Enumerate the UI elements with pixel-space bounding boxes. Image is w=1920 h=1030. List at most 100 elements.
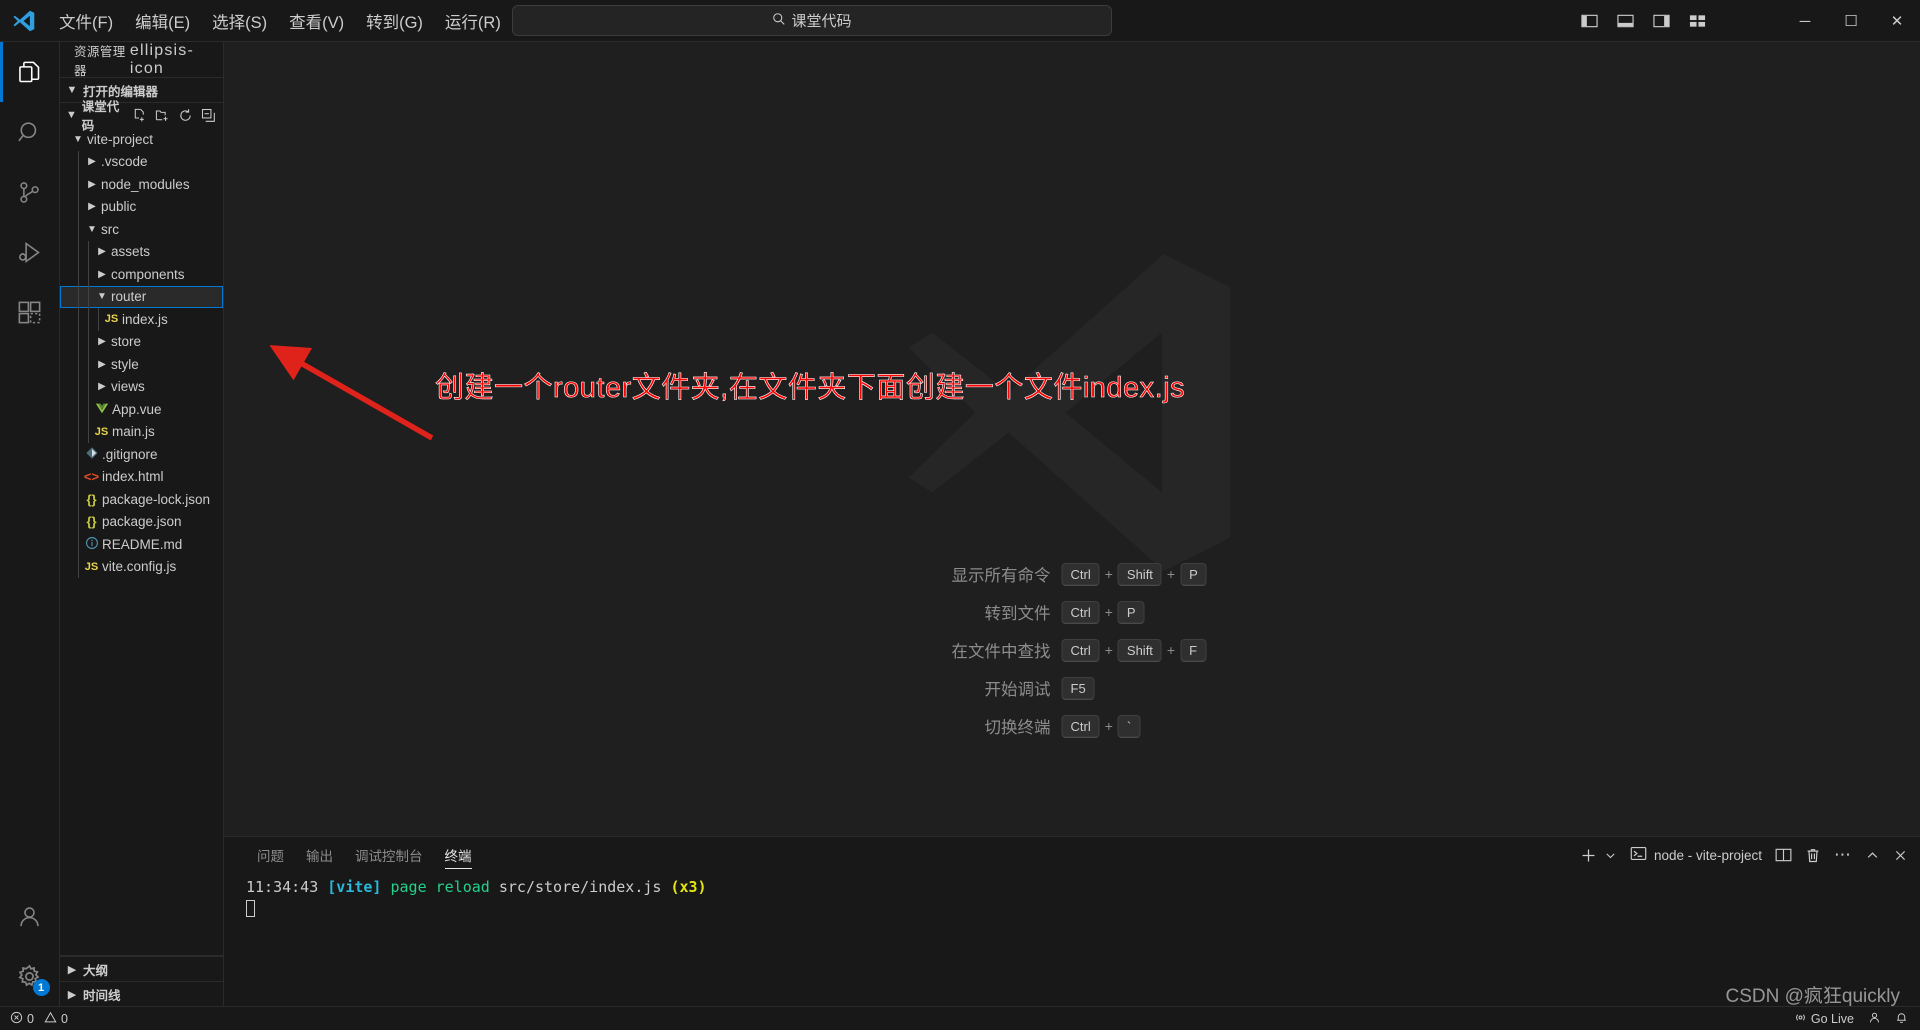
ellipsis-icon[interactable]: ⋯ — [1834, 845, 1852, 865]
json-file-icon: {} — [86, 514, 97, 530]
file-tree[interactable]: ▼ vite-project ▶ .vscode ▶ node_modules … — [60, 127, 223, 955]
refresh-icon[interactable] — [177, 107, 194, 124]
chevron-right-icon: ▶ — [98, 336, 106, 348]
key: P — [1117, 600, 1145, 624]
menu-run[interactable]: 运行(R) — [434, 5, 512, 37]
shortcut-keys: Ctrl + Shift + F — [1061, 638, 1242, 662]
tree-row-node-modules[interactable]: ▶ node_modules — [60, 173, 223, 196]
menu-view[interactable]: 查看(V) — [278, 5, 355, 37]
status-account[interactable] — [1868, 1011, 1881, 1027]
shortcut-keys: Ctrl + ` — [1061, 714, 1242, 738]
tree-row-main-js[interactable]: JS main.js — [60, 420, 223, 443]
workbench-body: 1 资源管理器 ellipsis-icon ▼ 打开的编辑器 ▼ 课堂代码 ▼ … — [0, 42, 1920, 1006]
activity-item-search[interactable] — [0, 102, 60, 162]
tree-row-public[interactable]: ▶ public — [60, 195, 223, 218]
menu-file[interactable]: 文件(F) — [48, 5, 124, 37]
split-editor-icon[interactable] — [1775, 847, 1792, 863]
chevron-right-icon: ▶ — [88, 178, 96, 190]
layout-panel-icon[interactable] — [1612, 8, 1638, 34]
tree-row-components[interactable]: ▶ components — [60, 263, 223, 286]
warning-icon — [44, 1011, 57, 1027]
tree-row-package-lock-json[interactable]: {} package-lock.json — [60, 488, 223, 511]
activity-item-extensions[interactable] — [0, 282, 60, 342]
terminal-timestamp: 11:34:43 — [246, 878, 319, 896]
tree-row-index-js[interactable]: JS index.js — [60, 308, 223, 331]
menu-selection[interactable]: 选择(S) — [201, 5, 278, 37]
tree-label: vite.config.js — [102, 559, 177, 575]
layout-grid-icon[interactable] — [1684, 8, 1710, 34]
activity-item-accounts[interactable] — [0, 886, 60, 946]
shortcut-label: 开始调试 — [984, 681, 1051, 699]
maximize-button[interactable]: ☐ — [1828, 0, 1874, 42]
tree-label: package.json — [102, 514, 182, 530]
close-button[interactable]: ✕ — [1874, 0, 1920, 42]
search-icon — [772, 12, 786, 30]
git-file-icon — [82, 446, 101, 463]
shortcut-row: 在文件中查找 Ctrl + Shift + F — [903, 638, 1242, 662]
terminal-icon — [1630, 845, 1647, 865]
tab-debug-console[interactable]: 调试控制台 — [344, 837, 434, 873]
js-file-icon: JS — [104, 313, 119, 326]
tree-row-views[interactable]: ▶ views — [60, 375, 223, 398]
search-value: 课堂代码 — [791, 13, 852, 30]
ellipsis-icon[interactable]: ellipsis-icon — [130, 42, 215, 78]
section-workspace[interactable]: ▼ 课堂代码 — [60, 100, 223, 133]
json-file-icon: {} — [86, 491, 97, 507]
tree-row-assets[interactable]: ▶ assets — [60, 240, 223, 263]
tree-row-router[interactable]: ▼ router — [60, 285, 223, 308]
command-center[interactable]: 课堂代码 — [512, 5, 1112, 36]
plus-icon[interactable] — [1580, 847, 1597, 864]
tree-row-vscode[interactable]: ▶ .vscode — [60, 150, 223, 173]
section-outline[interactable]: ▶ 大纲 — [60, 956, 223, 981]
tab-problems[interactable]: 问题 — [246, 837, 295, 873]
key-separator: + — [1166, 642, 1176, 658]
error-count: 0 — [27, 1011, 34, 1026]
tree-row-app-vue[interactable]: App.vue — [60, 398, 223, 421]
tree-row-package-json[interactable]: {} package.json — [60, 510, 223, 533]
window-controls: ─ ☐ ✕ — [1782, 0, 1920, 42]
close-icon[interactable] — [1893, 848, 1908, 863]
status-problems[interactable]: 0 0 — [10, 1011, 68, 1027]
layout-sidebar-right-icon[interactable] — [1648, 8, 1674, 34]
tree-row-src[interactable]: ▼ src — [60, 218, 223, 241]
activity-item-source-control[interactable] — [0, 162, 60, 222]
shortcut-label: 显示所有命令 — [951, 567, 1051, 585]
minimize-button[interactable]: ─ — [1782, 0, 1828, 42]
chevron-down-icon[interactable] — [1604, 849, 1617, 862]
activity-item-run-debug[interactable] — [0, 222, 60, 282]
new-file-icon[interactable] — [131, 107, 148, 124]
section-timeline[interactable]: ▶ 时间线 — [60, 981, 223, 1006]
vue-file-icon — [92, 401, 111, 418]
tree-row-vite-project[interactable]: ▼ vite-project — [60, 128, 223, 151]
tree-row-store[interactable]: ▶ store — [60, 330, 223, 353]
tree-row-vite-config-js[interactable]: JS vite.config.js — [60, 555, 223, 578]
tree-row-gitignore[interactable]: .gitignore — [60, 443, 223, 466]
activity-item-settings[interactable]: 1 — [0, 946, 60, 1006]
chevron-down-icon: ▼ — [87, 223, 97, 235]
tab-output[interactable]: 输出 — [295, 837, 344, 873]
tree-label: .vscode — [101, 154, 148, 170]
menu-go[interactable]: 转到(G) — [355, 5, 434, 37]
search-input[interactable]: 课堂代码 — [512, 5, 1112, 36]
tree-row-readme-md[interactable]: README.md — [60, 533, 223, 556]
menu-edit[interactable]: 编辑(E) — [124, 5, 201, 37]
tree-row-index-html[interactable]: <> index.html — [60, 465, 223, 488]
chevron-right-icon: ▶ — [67, 988, 77, 1001]
terminal-count: (x3) — [670, 878, 707, 896]
tree-row-style[interactable]: ▶ style — [60, 353, 223, 376]
tab-terminal[interactable]: 终端 — [434, 837, 483, 873]
shortcut-row: 显示所有命令 Ctrl + Shift + P — [903, 562, 1242, 586]
chevron-up-icon[interactable] — [1865, 848, 1880, 863]
status-notifications[interactable] — [1895, 1011, 1908, 1027]
editor-area: 显示所有命令 Ctrl + Shift + P 转到文件 Ctrl + P 在文… — [224, 42, 1920, 1006]
trash-icon[interactable] — [1805, 847, 1821, 864]
terminal-output[interactable]: 11:34:43 [vite] page reload src/store/in… — [224, 873, 1920, 1006]
layout-sidebar-left-icon[interactable] — [1576, 8, 1602, 34]
html-file-icon: <> — [83, 469, 100, 485]
new-folder-icon[interactable] — [154, 107, 171, 124]
terminal-tab[interactable]: node - vite-project — [1630, 845, 1762, 865]
activity-item-explorer[interactable] — [0, 42, 60, 102]
status-go-live[interactable]: Go Live — [1794, 1011, 1854, 1027]
tree-label: router — [111, 289, 147, 305]
collapse-all-icon[interactable] — [200, 107, 217, 124]
